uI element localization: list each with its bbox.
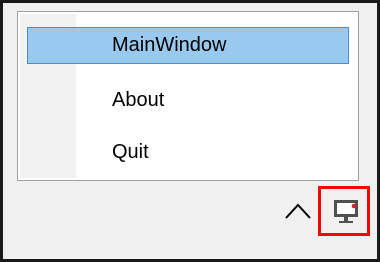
monitor-icon[interactable] (331, 196, 361, 226)
menu-item-mainwindow[interactable]: MainWindow (27, 27, 349, 64)
chevron-up-icon[interactable] (283, 198, 313, 222)
menu-item-about[interactable]: About (27, 82, 349, 119)
context-menu: MainWindow About Quit (17, 11, 359, 181)
menu-item-quit[interactable]: Quit (27, 134, 349, 171)
